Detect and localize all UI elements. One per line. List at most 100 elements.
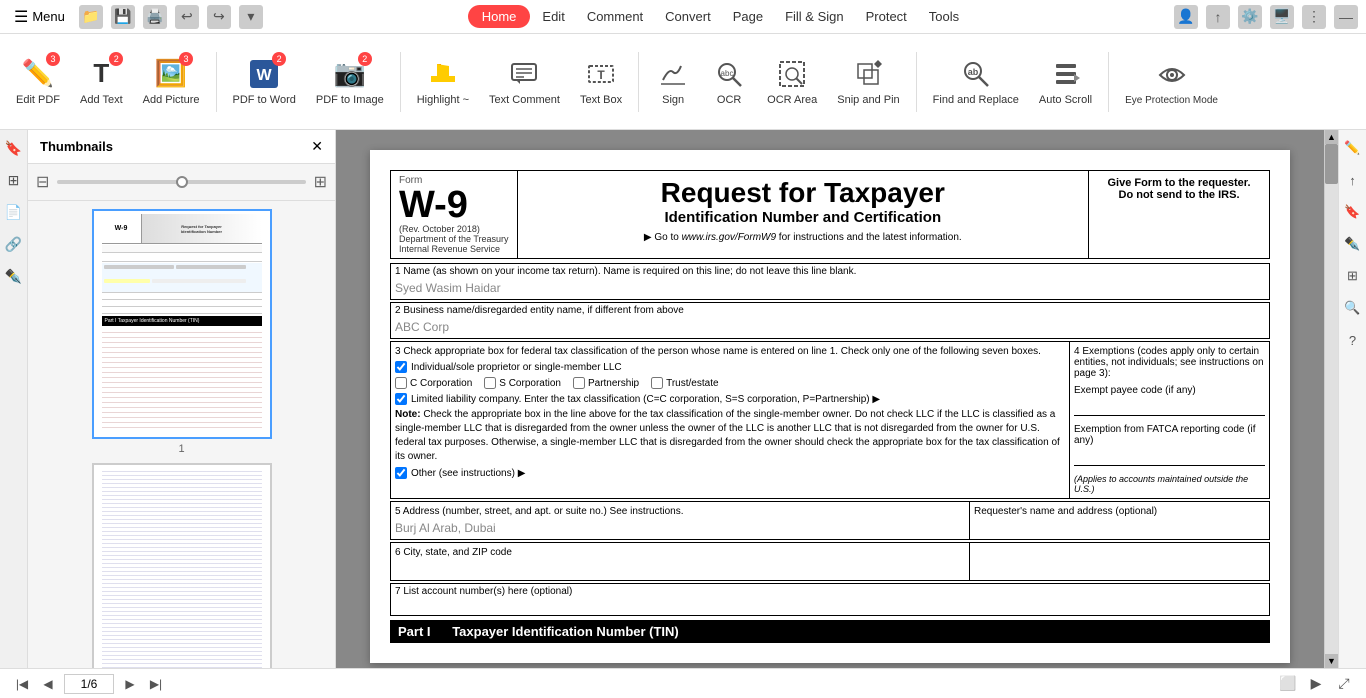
save-icon[interactable]: 💾 bbox=[111, 5, 135, 29]
checkbox-trust[interactable] bbox=[651, 377, 663, 389]
checkbox-other[interactable] bbox=[395, 467, 407, 479]
add-picture-tool[interactable]: 🖼️ 3 Add Picture bbox=[135, 42, 208, 122]
share-icon[interactable]: ↑ bbox=[1206, 5, 1230, 29]
next-page-btn[interactable]: ▶ bbox=[120, 674, 140, 694]
bookmark-icon[interactable]: 🔖 bbox=[4, 138, 24, 158]
help-right-icon[interactable]: ? bbox=[1343, 330, 1363, 350]
pdf-to-image-label: PDF to Image bbox=[316, 94, 384, 107]
tab-comment[interactable]: Comment bbox=[577, 5, 653, 28]
tax-class-row: C Corporation S Corporation Partnership bbox=[395, 377, 1065, 389]
play-icon[interactable]: ▶ bbox=[1306, 674, 1326, 694]
zoom-slider[interactable] bbox=[57, 180, 305, 184]
pdf-to-word-tool[interactable]: W 2 PDF to Word bbox=[225, 42, 304, 122]
menu-label: Menu bbox=[32, 9, 65, 24]
svg-text:W: W bbox=[257, 67, 273, 84]
tab-convert[interactable]: Convert bbox=[655, 5, 721, 28]
vertical-scrollbar[interactable]: ▲ ▼ bbox=[1324, 130, 1338, 668]
label-s-corp: S Corporation bbox=[499, 378, 561, 389]
thumb-img-1: W-9 Request for TaxpayerIdentification N… bbox=[92, 209, 272, 439]
search-right-icon[interactable]: 🔍 bbox=[1343, 298, 1363, 318]
bottom-bar: |◀ ◀ ▶ ▶| ⬜ ▶ ⤢ bbox=[0, 668, 1366, 698]
tab-fill-sign[interactable]: Fill & Sign bbox=[775, 5, 854, 28]
settings-icon[interactable]: ⚙️ bbox=[1238, 5, 1262, 29]
checkbox-partnership[interactable] bbox=[573, 377, 585, 389]
auto-scroll-tool[interactable]: Auto Scroll bbox=[1031, 42, 1100, 122]
thumbnail-1[interactable]: W-9 Request for TaxpayerIdentification N… bbox=[92, 209, 272, 455]
label-partnership: Partnership bbox=[588, 378, 639, 389]
text-comment-tool[interactable]: Text Comment bbox=[481, 42, 568, 122]
note-text: Check the appropriate box in the line ab… bbox=[395, 409, 1060, 462]
pen-icon[interactable]: ✒️ bbox=[4, 266, 24, 286]
fullscreen-icon[interactable]: ⤢ bbox=[1334, 674, 1354, 694]
label-individual: Individual/sole proprietor or single-mem… bbox=[411, 362, 622, 373]
link-icon[interactable]: 🔗 bbox=[4, 234, 24, 254]
find-replace-tool[interactable]: ab Find and Replace bbox=[925, 42, 1027, 122]
prev-page-btn[interactable]: ◀ bbox=[38, 674, 58, 694]
w9-field-5: 5 Address (number, street, and apt. or s… bbox=[390, 501, 970, 540]
toolbar-divider-3 bbox=[638, 52, 639, 112]
pdf-area[interactable]: Form W-9 (Rev. October 2018) Department … bbox=[336, 130, 1324, 668]
checkbox-llc[interactable] bbox=[395, 393, 407, 405]
annotate-right-icon[interactable]: ✒️ bbox=[1343, 234, 1363, 254]
tab-edit[interactable]: Edit bbox=[532, 5, 574, 28]
zoom-out-icon[interactable]: ⊟ bbox=[36, 172, 49, 192]
thumbnail-2[interactable] bbox=[92, 463, 272, 668]
w9-part1-header: Part I Taxpayer Identification Number (T… bbox=[390, 620, 1270, 643]
highlight-tool[interactable]: Highlight ~ bbox=[409, 42, 477, 122]
edit-pdf-tool[interactable]: ✏️ 3 Edit PDF bbox=[8, 42, 68, 122]
tab-tools[interactable]: Tools bbox=[919, 5, 969, 28]
bookmark-right-icon[interactable]: 🔖 bbox=[1343, 202, 1363, 222]
tab-page[interactable]: Page bbox=[723, 5, 773, 28]
add-text-tool[interactable]: T 2 Add Text bbox=[72, 42, 131, 122]
zoom-in-icon[interactable]: ⊞ bbox=[314, 172, 327, 192]
ocr-tool[interactable]: abc OCR bbox=[703, 42, 755, 122]
single-page-icon[interactable]: ⬜ bbox=[1278, 674, 1298, 694]
grid-right-icon[interactable]: ⊞ bbox=[1343, 266, 1363, 286]
checkbox-c-corp[interactable] bbox=[395, 377, 407, 389]
minimize-icon[interactable]: — bbox=[1334, 5, 1358, 29]
first-page-btn[interactable]: |◀ bbox=[12, 674, 32, 694]
window-icon[interactable]: 🖥️ bbox=[1270, 5, 1294, 29]
open-folder-icon[interactable]: 📁 bbox=[79, 5, 103, 29]
thumb-page-num-1: 1 bbox=[92, 443, 272, 455]
w9-field-3: 3 Check appropriate box for federal tax … bbox=[390, 341, 1070, 499]
page-icon[interactable]: 📄 bbox=[4, 202, 24, 222]
edit-right-icon[interactable]: ✏️ bbox=[1343, 138, 1363, 158]
sidebar-header: Thumbnails ✕ bbox=[28, 130, 335, 164]
w9-field-5-right: Requester's name and address (optional) bbox=[970, 501, 1270, 540]
eye-protection-tool[interactable]: Eye Protection Mode bbox=[1117, 42, 1226, 122]
field1-label: 1 Name (as shown on your income tax retu… bbox=[391, 264, 1269, 279]
redo-icon[interactable]: ↪ bbox=[207, 5, 231, 29]
checkbox-s-corp[interactable] bbox=[484, 377, 496, 389]
ocr-area-tool[interactable]: OCR Area bbox=[759, 42, 825, 122]
w9-field-2: 2 Business name/disregarded entity name,… bbox=[390, 302, 1270, 339]
page-input[interactable] bbox=[64, 674, 114, 694]
account-icon[interactable]: 👤 bbox=[1174, 5, 1198, 29]
dropdown-icon[interactable]: ▾ bbox=[239, 5, 263, 29]
tax-partnership: Partnership bbox=[573, 377, 639, 389]
text-box-tool[interactable]: T Text Box bbox=[572, 42, 630, 122]
undo-icon[interactable]: ↩ bbox=[175, 5, 199, 29]
share-right-icon[interactable]: ↑ bbox=[1343, 170, 1363, 190]
label-llc: Limited liability company. Enter the tax… bbox=[411, 394, 880, 405]
w9-header: Form W-9 (Rev. October 2018) Department … bbox=[390, 170, 1270, 259]
field1-value: Syed Wasim Haidar bbox=[391, 279, 1269, 299]
more-icon[interactable]: ⋮ bbox=[1302, 5, 1326, 29]
w9-field-4: 4 Exemptions (codes apply only to certai… bbox=[1070, 341, 1270, 499]
tab-protect[interactable]: Protect bbox=[856, 5, 917, 28]
last-page-btn[interactable]: ▶| bbox=[146, 674, 166, 694]
pdf-to-image-tool[interactable]: 📷 2 PDF to Image bbox=[308, 42, 392, 122]
close-sidebar-icon[interactable]: ✕ bbox=[311, 138, 323, 155]
zoom-slider-thumb[interactable] bbox=[176, 176, 188, 188]
thumbnail-icon[interactable]: ⊞ bbox=[4, 170, 24, 190]
text-box-label: Text Box bbox=[580, 94, 622, 107]
checkbox-individual[interactable] bbox=[395, 361, 407, 373]
menu-button[interactable]: ☰ Menu bbox=[8, 5, 71, 29]
print-icon[interactable]: 🖨️ bbox=[143, 5, 167, 29]
snip-pin-tool[interactable]: Snip and Pin bbox=[829, 42, 907, 122]
sign-tool[interactable]: Sign bbox=[647, 42, 699, 122]
text-box-icon: T bbox=[583, 56, 619, 92]
tab-home[interactable]: Home bbox=[468, 5, 531, 28]
form-rev: (Rev. October 2018) bbox=[399, 224, 509, 234]
field3-checkbox-other: Other (see instructions) ▶ bbox=[395, 467, 1065, 479]
